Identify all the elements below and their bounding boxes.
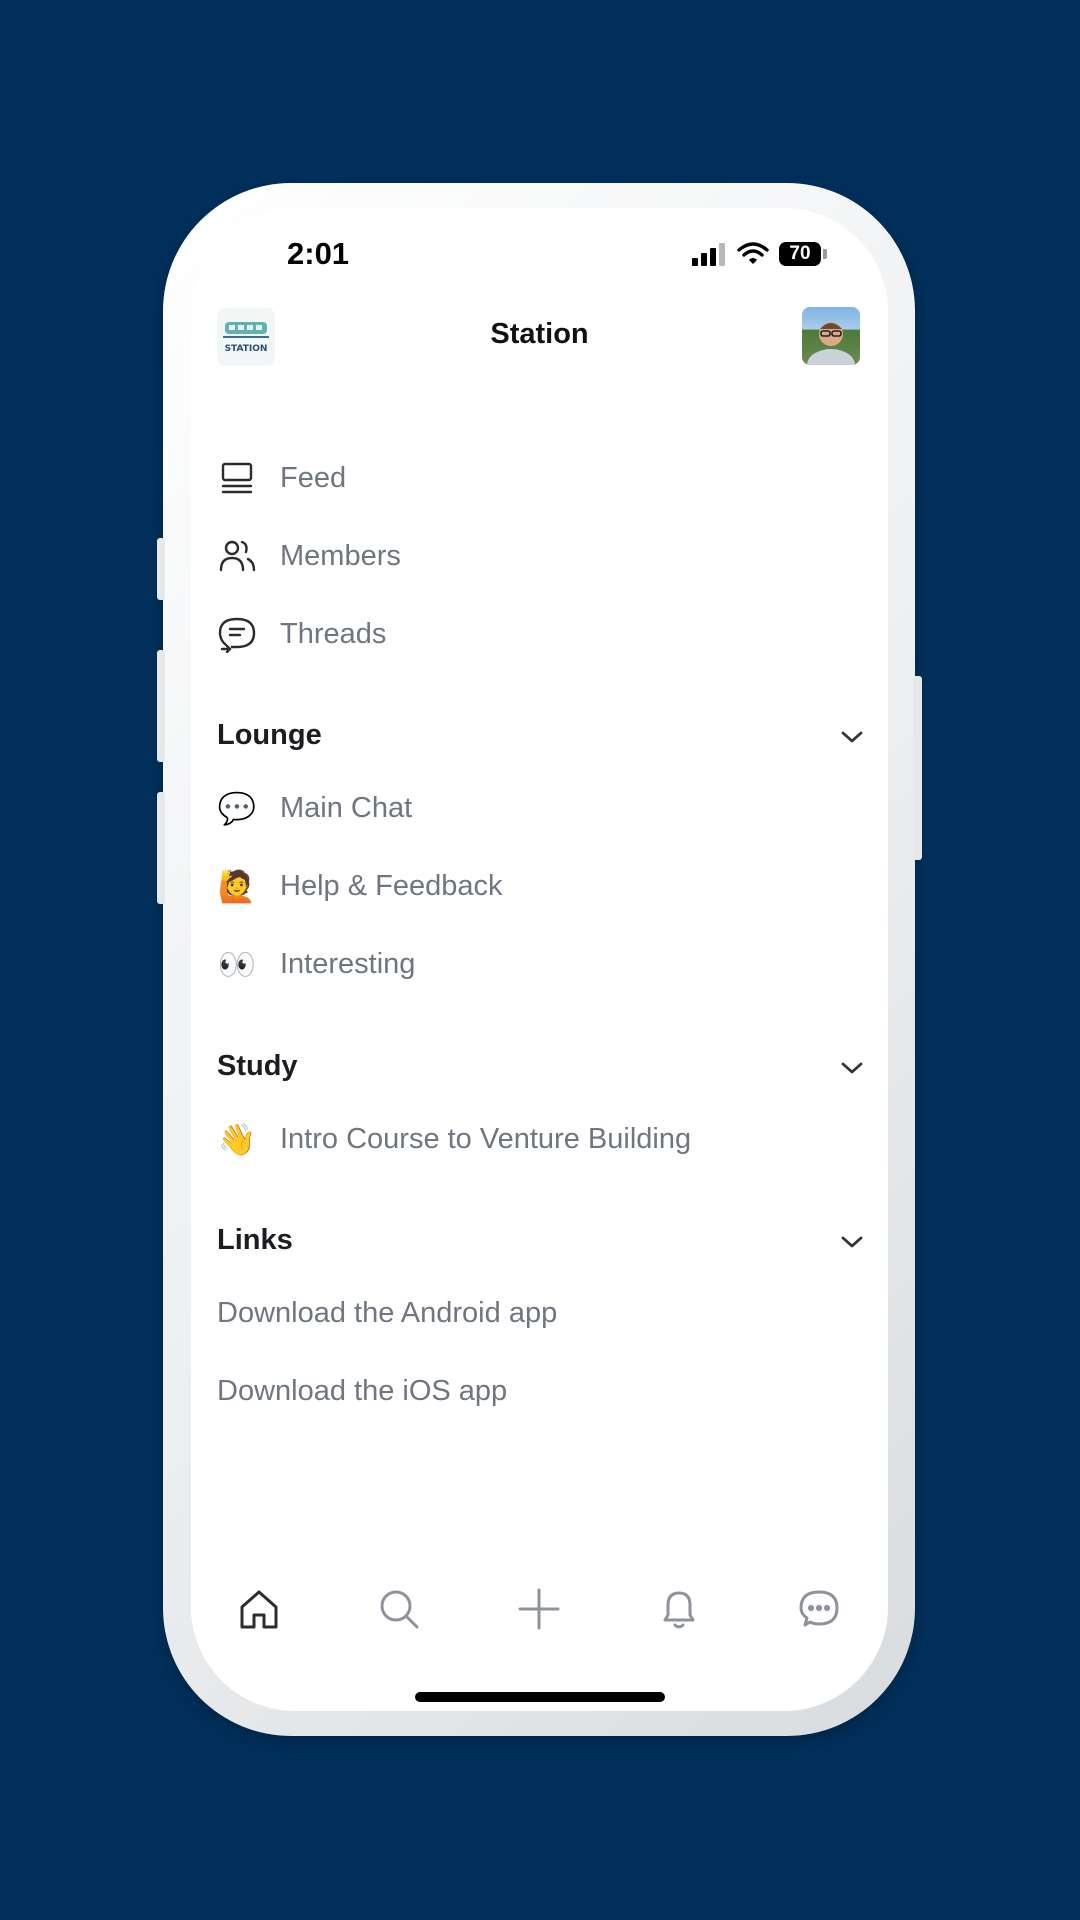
nav-item-members[interactable]: Members — [217, 526, 867, 586]
battery-icon: 70 — [779, 242, 821, 266]
home-icon[interactable] — [231, 1581, 287, 1637]
volume-down-button — [157, 792, 165, 904]
raising-hand-icon: 🙋 — [217, 868, 257, 904]
status-icons: 70 — [691, 242, 827, 266]
threads-icon — [217, 614, 257, 654]
channel-intro-course[interactable]: 👋 Intro Course to Venture Building — [217, 1109, 867, 1169]
channel-main-chat[interactable]: 💬 Main Chat — [217, 778, 867, 838]
volume-up-button — [157, 650, 165, 762]
nav-label: Feed — [280, 461, 347, 494]
bell-icon[interactable] — [651, 1581, 707, 1637]
speech-balloon-icon: 💬 — [217, 790, 257, 826]
silent-switch — [157, 538, 165, 600]
channel-label: Interesting — [280, 947, 416, 980]
waving-hand-icon: 👋 — [217, 1121, 257, 1157]
link-label: Download the Android app — [217, 1296, 558, 1329]
page-title: Station — [490, 318, 589, 350]
section-title-links: Links — [217, 1224, 293, 1256]
section-title-lounge: Lounge — [217, 719, 322, 751]
channel-interesting[interactable]: 👀 Interesting — [217, 934, 867, 994]
channel-help-feedback[interactable]: 🙋 Help & Feedback — [217, 856, 867, 916]
nav-item-feed[interactable]: Feed — [217, 448, 867, 508]
link-label: Download the iOS app — [217, 1374, 508, 1407]
chevron-down-icon[interactable] — [837, 1227, 867, 1257]
eyes-icon: 👀 — [217, 946, 257, 982]
chat-icon[interactable] — [791, 1581, 847, 1637]
channel-label: Main Chat — [280, 791, 413, 824]
home-indicator[interactable] — [415, 1692, 665, 1702]
nav-label: Threads — [280, 617, 387, 650]
cellular-signal-icon — [692, 243, 725, 266]
wifi-icon — [737, 242, 769, 264]
user-avatar[interactable] — [802, 307, 860, 365]
chevron-down-icon[interactable] — [837, 1053, 867, 1083]
chevron-down-icon[interactable] — [837, 722, 867, 752]
feed-icon — [217, 458, 257, 498]
power-button — [913, 676, 922, 860]
link-ios-app[interactable]: Download the iOS app — [217, 1361, 867, 1421]
nav-label: Members — [280, 539, 401, 572]
members-icon — [217, 536, 257, 576]
link-android-app[interactable]: Download the Android app — [217, 1283, 867, 1343]
search-icon[interactable] — [371, 1581, 427, 1637]
nav-item-threads[interactable]: Threads — [217, 604, 867, 664]
channel-label: Help & Feedback — [280, 869, 503, 902]
channel-label: Intro Course to Venture Building — [280, 1122, 692, 1155]
section-title-study: Study — [217, 1050, 298, 1082]
phone-screen: 2:01 70 STATION Station Feed Members Thr… — [191, 208, 888, 1711]
plus-icon[interactable] — [511, 1581, 567, 1637]
status-time: 2:01 — [287, 236, 350, 271]
